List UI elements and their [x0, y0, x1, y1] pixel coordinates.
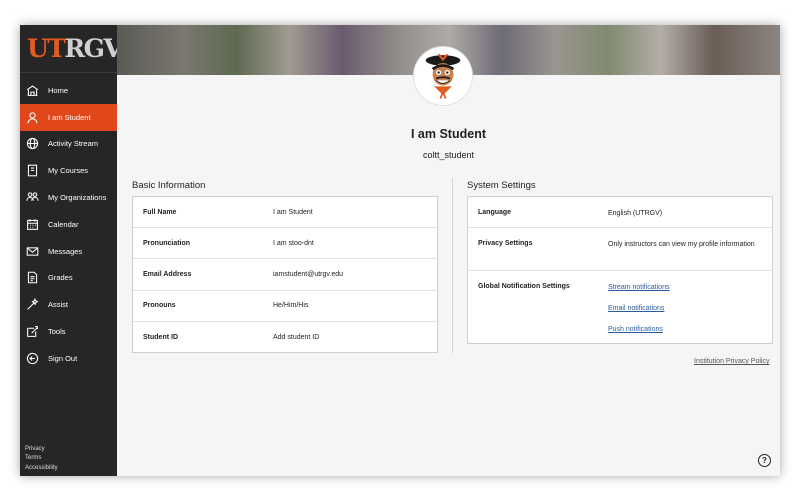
push-notifications-link[interactable]: Push notifications [608, 325, 772, 336]
sidebar-item-tools[interactable]: Tools [20, 318, 117, 345]
field-value: He/Him/His [273, 302, 309, 310]
sidebar-item-my-organizations[interactable]: My Organizations [20, 184, 117, 211]
sidebar-item-label: Messages [48, 246, 83, 256]
sidebar-nav: Home I am Student Activity Stream My Cou… [20, 73, 117, 372]
language-row[interactable]: Language English (UTRGV) [468, 197, 772, 228]
sidebar-item-activity-stream[interactable]: Activity Stream [20, 131, 117, 158]
pronunciation-row[interactable]: Pronunciation I am stoo-dnt [133, 228, 437, 260]
sidebar-item-label: My Organizations [48, 193, 107, 203]
basic-information-card: Full Name I am Student Pronunciation I a… [132, 196, 438, 353]
assist-icon [26, 298, 39, 311]
sidebar: UT RGV Home I am Student Activity Stream … [20, 25, 123, 476]
field-label: Global Notification Settings [478, 283, 570, 290]
envelope-icon [26, 245, 39, 258]
field-value: Add student ID [273, 333, 320, 341]
calendar-icon [26, 218, 39, 231]
globe-icon [26, 137, 39, 150]
sidebar-item-label: Assist [48, 300, 69, 310]
notification-settings-row: Global Notification Settings Stream noti… [468, 271, 772, 356]
sidebar-footer: Privacy Terms Accessibility [25, 445, 58, 474]
mascot-avatar-icon [425, 53, 461, 99]
avatar[interactable] [414, 47, 472, 105]
tools-icon [26, 325, 39, 338]
sidebar-item-home[interactable]: Home [20, 77, 117, 104]
system-settings-heading: System Settings [467, 180, 536, 191]
field-label: Pronouns [143, 302, 176, 310]
utrgv-logo[interactable]: UT RGV [20, 25, 123, 73]
sidebar-item-label: My Courses [48, 166, 89, 176]
field-label: Email Address [143, 270, 192, 278]
sidebar-item-label: Tools [48, 327, 66, 337]
field-label: Full Name [143, 208, 177, 216]
stream-notifications-link[interactable]: Stream notifications [608, 283, 772, 294]
full-name-row[interactable]: Full Name I am Student [133, 197, 437, 229]
privacy-settings-row[interactable]: Privacy Settings Only instructors can vi… [468, 228, 772, 271]
profile-username: coltt_student [422, 150, 475, 160]
email-notifications-link[interactable]: Email notifications [608, 304, 772, 315]
basic-information-heading: Basic Information [132, 180, 206, 191]
field-value: I am Student [273, 208, 313, 216]
student-id-row[interactable]: Student ID Add student ID [133, 322, 437, 353]
help-icon: ? [762, 456, 767, 465]
profile-main: I am Student coltt_student Basic Informa… [117, 25, 780, 476]
sidebar-item-profile[interactable]: I am Student [20, 103, 117, 131]
sidebar-item-calendar[interactable]: Calendar [20, 211, 117, 238]
logo-ut-text: UT [27, 34, 66, 63]
sidebar-item-grades[interactable]: Grades [20, 265, 117, 292]
system-settings-card: Language English (UTRGV) Privacy Setting… [467, 196, 773, 344]
help-button[interactable]: ? [758, 454, 771, 467]
sign-out-icon [26, 352, 39, 365]
notification-links: Stream notifications Email notifications… [608, 283, 772, 346]
sidebar-item-label: Home [48, 85, 69, 95]
field-value: Only instructors can view my profile inf… [608, 241, 755, 248]
profile-name: I am Student [410, 127, 486, 141]
sidebar-item-label: Sign Out [48, 353, 78, 363]
pronouns-row[interactable]: Pronouns He/Him/His [133, 291, 437, 322]
accessibility-link[interactable]: Accessibility [25, 464, 58, 474]
sidebar-item-sign-out[interactable]: Sign Out [20, 345, 117, 372]
sidebar-item-label: Activity Stream [48, 139, 99, 149]
privacy-link[interactable]: Privacy [25, 445, 58, 455]
column-divider [452, 178, 453, 353]
logo-rgv-text: RGV [64, 34, 123, 63]
email-row[interactable]: Email Address iamstudent@utrgv.edu [133, 259, 437, 291]
field-label: Student ID [143, 333, 178, 341]
organizations-icon [26, 191, 39, 204]
terms-link[interactable]: Terms [25, 454, 58, 464]
field-value: iamstudent@utrgv.edu [273, 270, 344, 278]
sidebar-item-label: Grades [48, 273, 73, 283]
sidebar-item-messages[interactable]: Messages [20, 238, 117, 265]
field-value: I am stoo-dnt [273, 239, 314, 247]
grades-icon [26, 271, 39, 284]
sidebar-item-my-courses[interactable]: My Courses [20, 157, 117, 184]
field-label: Pronunciation [143, 239, 191, 247]
home-icon [26, 84, 39, 97]
field-label: Language [478, 209, 512, 216]
app-window: UT RGV Home I am Student Activity Stream … [20, 25, 780, 476]
sidebar-item-label: I am Student [48, 112, 91, 122]
sidebar-item-label: Calendar [48, 219, 79, 229]
field-value: English (UTRGV) [608, 210, 663, 217]
book-icon [26, 164, 39, 177]
user-icon [26, 111, 39, 124]
sidebar-item-assist[interactable]: Assist [20, 291, 117, 318]
institution-privacy-policy-link[interactable]: Institution Privacy Policy [694, 358, 769, 365]
field-label: Privacy Settings [478, 240, 533, 247]
